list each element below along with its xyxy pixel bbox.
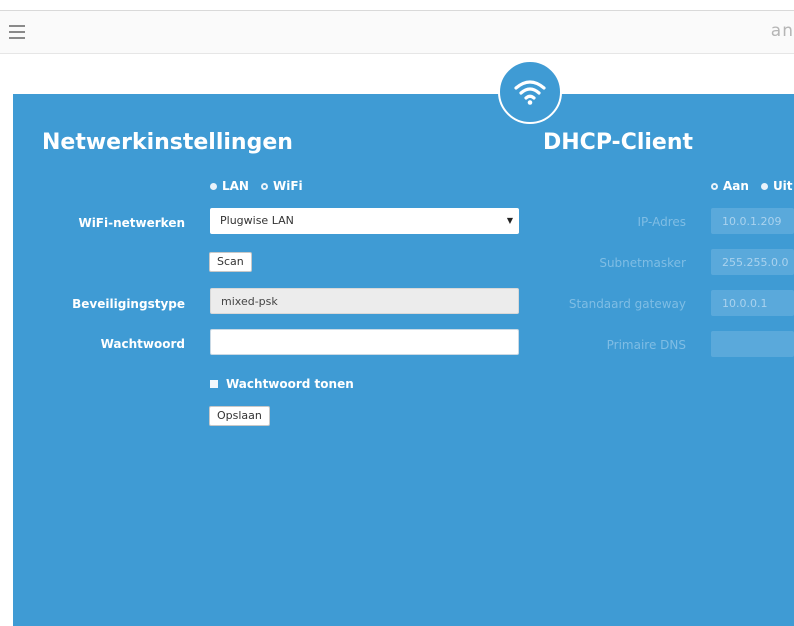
caret-down-icon: ▼ — [506, 216, 513, 225]
radio-wifi[interactable]: WiFi — [260, 179, 303, 193]
wifi-network-select[interactable]: Plugwise LAN ▼ — [210, 208, 519, 234]
show-password-label: Wachtwoord tonen — [226, 377, 354, 391]
radio-lan-label: LAN — [222, 179, 249, 193]
connection-type-radio-group: LAN WiFi — [210, 179, 303, 193]
wifi-network-value: Plugwise LAN — [220, 214, 294, 227]
security-type-label: Beveiligingstype — [72, 297, 185, 311]
radio-dot-icon — [711, 182, 718, 190]
default-gateway-field: 10.0.0.1 — [711, 290, 794, 316]
scan-button[interactable]: Scan — [209, 252, 252, 272]
radio-wifi-label: WiFi — [272, 179, 303, 193]
radio-dhcp-on-label: Aan — [723, 179, 749, 193]
password-field[interactable] — [210, 329, 519, 355]
radio-dhcp-on[interactable]: Aan — [711, 179, 749, 193]
show-password-checkbox[interactable] — [210, 380, 218, 388]
settings-panel: Netwerkinstellingen LAN WiFi WiFi-netwer… — [13, 94, 794, 626]
wifi-networks-label: WiFi-netwerken — [78, 216, 185, 230]
top-bar: an — [0, 11, 794, 54]
radio-lan[interactable]: LAN — [210, 179, 249, 193]
hamburger-icon[interactable] — [9, 25, 25, 39]
subnet-mask-field: 255.255.0.0 — [711, 249, 794, 275]
dhcp-radio-group: Aan Uit — [711, 179, 793, 193]
radio-dot-icon — [760, 182, 768, 190]
network-settings-title: Netwerkinstellingen — [42, 130, 293, 155]
save-button[interactable]: Opslaan — [209, 406, 270, 426]
brand-logo-text: an — [770, 21, 794, 41]
radio-dot-icon — [210, 182, 217, 190]
show-password-row: Wachtwoord tonen — [210, 377, 354, 391]
subnet-mask-label: Subnetmasker — [599, 256, 686, 270]
primary-dns-label: Primaire DNS — [606, 338, 686, 352]
radio-dot-icon — [260, 182, 268, 190]
ip-address-field: 10.0.1.209 — [711, 208, 794, 234]
security-type-field: mixed-psk — [210, 288, 519, 314]
radio-dhcp-off-label: Uit — [772, 179, 793, 193]
ip-address-label: IP-Adres — [637, 215, 687, 229]
dhcp-client-title: DHCP-Client — [543, 130, 694, 155]
radio-dhcp-off[interactable]: Uit — [760, 179, 793, 193]
primary-dns-field — [711, 331, 794, 357]
password-label: Wachtwoord — [100, 337, 185, 351]
default-gateway-label: Standaard gateway — [568, 297, 686, 311]
wifi-icon — [498, 60, 562, 124]
